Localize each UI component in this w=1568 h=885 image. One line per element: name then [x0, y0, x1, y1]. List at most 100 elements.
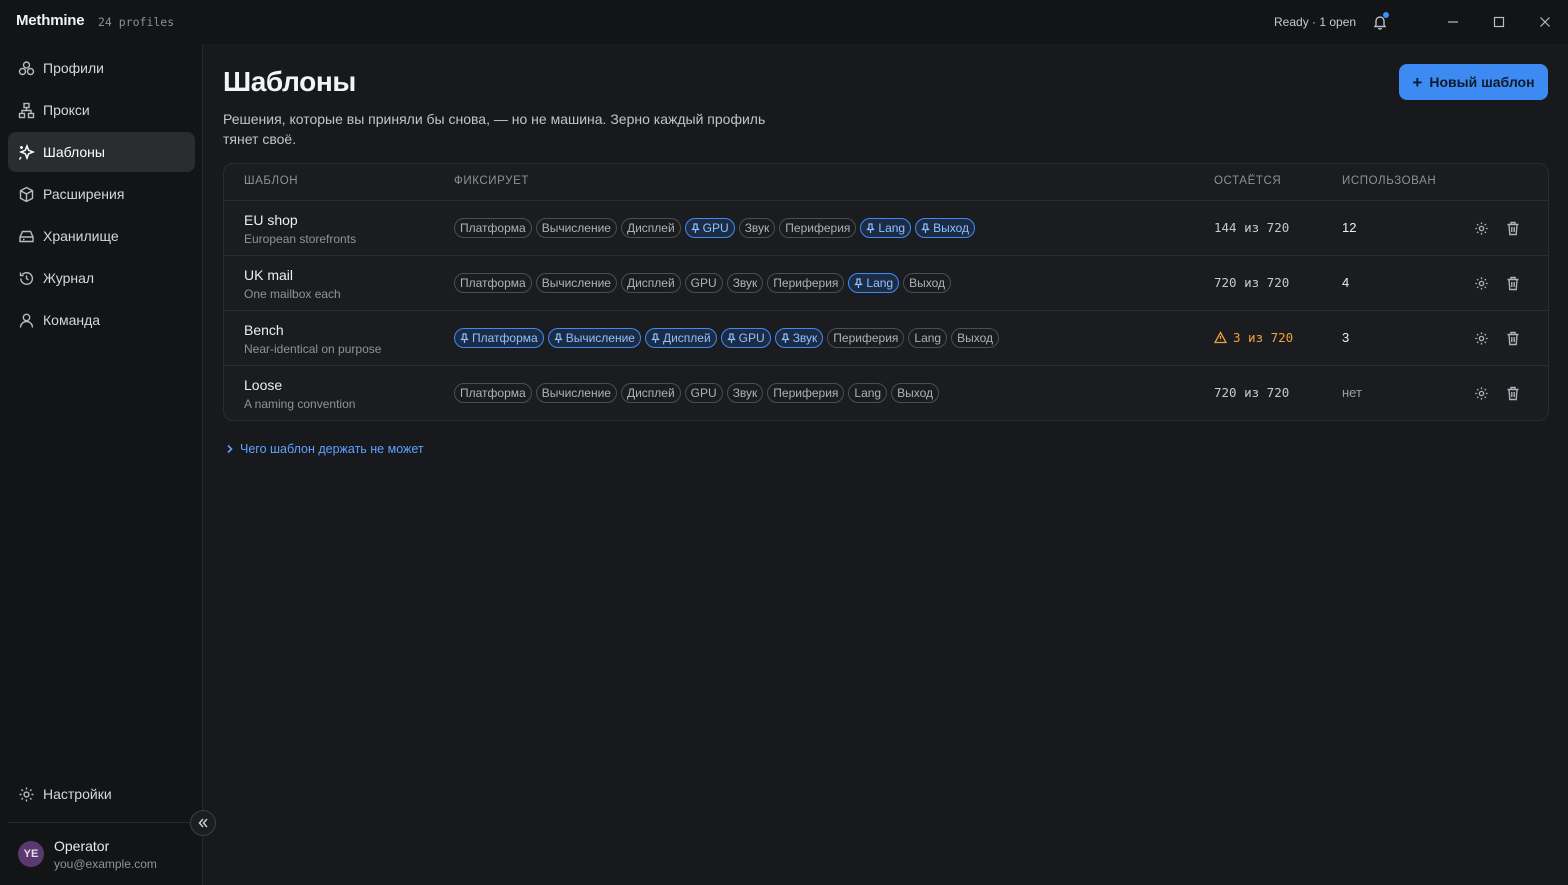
table-row[interactable]: UK mail One mailbox each Платформа Вычислен… — [224, 256, 1548, 311]
settings-button[interactable] — [1472, 274, 1490, 292]
sidebar-item-templates[interactable]: Шаблоны — [8, 132, 195, 172]
chip-label: Дисплей — [662, 331, 711, 345]
table-row[interactable]: EU shop European storefronts Платформа Вычи… — [224, 201, 1548, 256]
chip-label: GPU — [702, 221, 729, 235]
gear-icon — [1474, 386, 1489, 401]
delete-button[interactable] — [1504, 274, 1522, 292]
fixed-fields: Платформа Вычисление Дисплей GPU Звук Перифер… — [454, 328, 1000, 348]
chip-label: Дисплей — [626, 386, 675, 400]
chip-label: Выход — [897, 386, 934, 400]
gear-icon — [1474, 331, 1489, 346]
profile-count: 24 profiles — [98, 15, 175, 29]
pin-icon — [553, 332, 563, 344]
maximize-icon[interactable] — [1488, 11, 1510, 33]
sidebar-item-extensions[interactable]: Расширения — [8, 174, 195, 214]
gear-icon — [18, 786, 35, 803]
chip: Выход — [951, 328, 1000, 348]
template-name: Bench — [244, 322, 284, 338]
profiles-icon — [18, 60, 35, 77]
fixed-fields: Платформа Вычисление Дисплей GPU Звук Перифер… — [454, 383, 940, 403]
sidebar-item-label: Команда — [43, 312, 101, 328]
settings-button[interactable] — [1472, 219, 1490, 237]
chip: Вычисление — [535, 273, 617, 293]
remains-value: 720 из 720 — [1214, 385, 1289, 400]
user-name: Operator — [54, 838, 110, 854]
column-header-used: ИСПОЛЬЗОВАН — [1342, 175, 1437, 187]
pin-icon — [921, 222, 930, 234]
settings-button[interactable] — [1472, 329, 1490, 347]
column-header-remains: ОСТАЁТСЯ — [1214, 175, 1282, 187]
delete-button[interactable] — [1504, 219, 1522, 237]
template-description: One mailbox each — [244, 287, 341, 301]
limitations-disclosure[interactable]: Чего шаблон держать не может — [226, 442, 424, 456]
sidebar-item-storage[interactable]: Хранилище — [8, 216, 195, 256]
sidebar-item-label: Настройки — [43, 786, 112, 802]
column-header-template: ШАБЛОН — [244, 175, 299, 187]
proxy-icon — [18, 102, 35, 119]
extensions-icon — [18, 186, 35, 203]
chip: Звук — [726, 383, 764, 403]
chip-label: Lang — [866, 276, 894, 290]
remains-text: 720 из 720 — [1214, 385, 1290, 400]
chip-label: Вычисление — [565, 331, 635, 345]
chevron-right-icon — [226, 444, 234, 454]
team-icon — [18, 312, 35, 329]
new-template-button[interactable]: + Новый шаблон — [1399, 64, 1548, 100]
fixed-fields: Платформа Вычисление Дисплей GPU Звук Перифер… — [454, 273, 952, 293]
chip: Периферия — [767, 383, 845, 403]
chip: GPU — [684, 383, 723, 403]
gear-icon — [1474, 221, 1489, 236]
sidebar-item-profiles[interactable]: Профили — [8, 48, 195, 88]
table-row[interactable]: Bench Near-identical on purpose Платформа В… — [224, 311, 1548, 366]
sidebar-divider — [8, 822, 195, 823]
template-name: EU shop — [244, 212, 298, 228]
delete-button[interactable] — [1504, 329, 1522, 347]
new-template-label: Новый шаблон — [1429, 74, 1535, 90]
template-description: Near-identical on purpose — [244, 342, 382, 356]
close-icon[interactable] — [1534, 11, 1556, 33]
sidebar: Профили Прокси Шаблоны Расширения Хранил… — [0, 44, 203, 885]
chip-label: Периферия — [773, 276, 839, 290]
column-header-fixes: ФИКСИРУЕТ — [454, 175, 529, 187]
settings-button[interactable] — [1472, 384, 1490, 402]
chip-label: Дисплей — [626, 221, 675, 235]
chip-label: Звук — [792, 331, 818, 345]
chip: Дисплей — [620, 383, 681, 403]
page-subtitle: Решения, которые вы приняли бы снова, — … — [223, 111, 766, 147]
pinned-chip: Дисплей — [644, 328, 717, 348]
chip-label: GPU — [738, 331, 765, 345]
chevrons-left-icon — [197, 817, 209, 829]
pinned-chip: Вычисление — [547, 328, 641, 348]
sidebar-item-history[interactable]: Журнал — [8, 258, 195, 298]
sidebar-item-label: Журнал — [43, 270, 95, 286]
sidebar-item-label: Расширения — [43, 186, 125, 202]
sidebar-item-settings[interactable]: Настройки — [8, 774, 195, 814]
collapse-sidebar-button[interactable] — [190, 810, 216, 836]
chip: Периферия — [827, 328, 905, 348]
chip-label: Выход — [933, 221, 970, 235]
user-email: you@example.com — [54, 857, 157, 871]
chip-label: Платформа — [460, 221, 526, 235]
template-description: A naming convention — [244, 397, 356, 411]
minimize-icon[interactable] — [1442, 11, 1464, 33]
remains-value: 144 из 720 — [1214, 220, 1289, 235]
pinned-chip: GPU — [684, 218, 735, 238]
sidebar-item-label: Шаблоны — [43, 144, 105, 160]
table-row[interactable]: Loose A naming convention Платформа Вычисле… — [224, 366, 1548, 420]
pin-icon — [726, 332, 736, 344]
sidebar-item-proxy[interactable]: Прокси — [8, 90, 195, 130]
chip: Вычисление — [535, 218, 617, 238]
pinned-chip: Звук — [774, 328, 824, 348]
templates-icon — [18, 143, 35, 161]
notification-dot — [1383, 12, 1389, 18]
delete-button[interactable] — [1504, 384, 1522, 402]
pin-icon — [651, 332, 660, 344]
bell-icon[interactable] — [1369, 11, 1391, 33]
chip-label: Периферия — [833, 331, 899, 345]
remains-text: 144 из 720 — [1214, 220, 1290, 235]
app-name: Methmine — [16, 12, 85, 29]
avatar[interactable]: YE — [18, 841, 44, 867]
chip-label: Вычисление — [541, 386, 611, 400]
template-description: European storefronts — [244, 232, 357, 246]
sidebar-item-team[interactable]: Команда — [8, 300, 195, 340]
